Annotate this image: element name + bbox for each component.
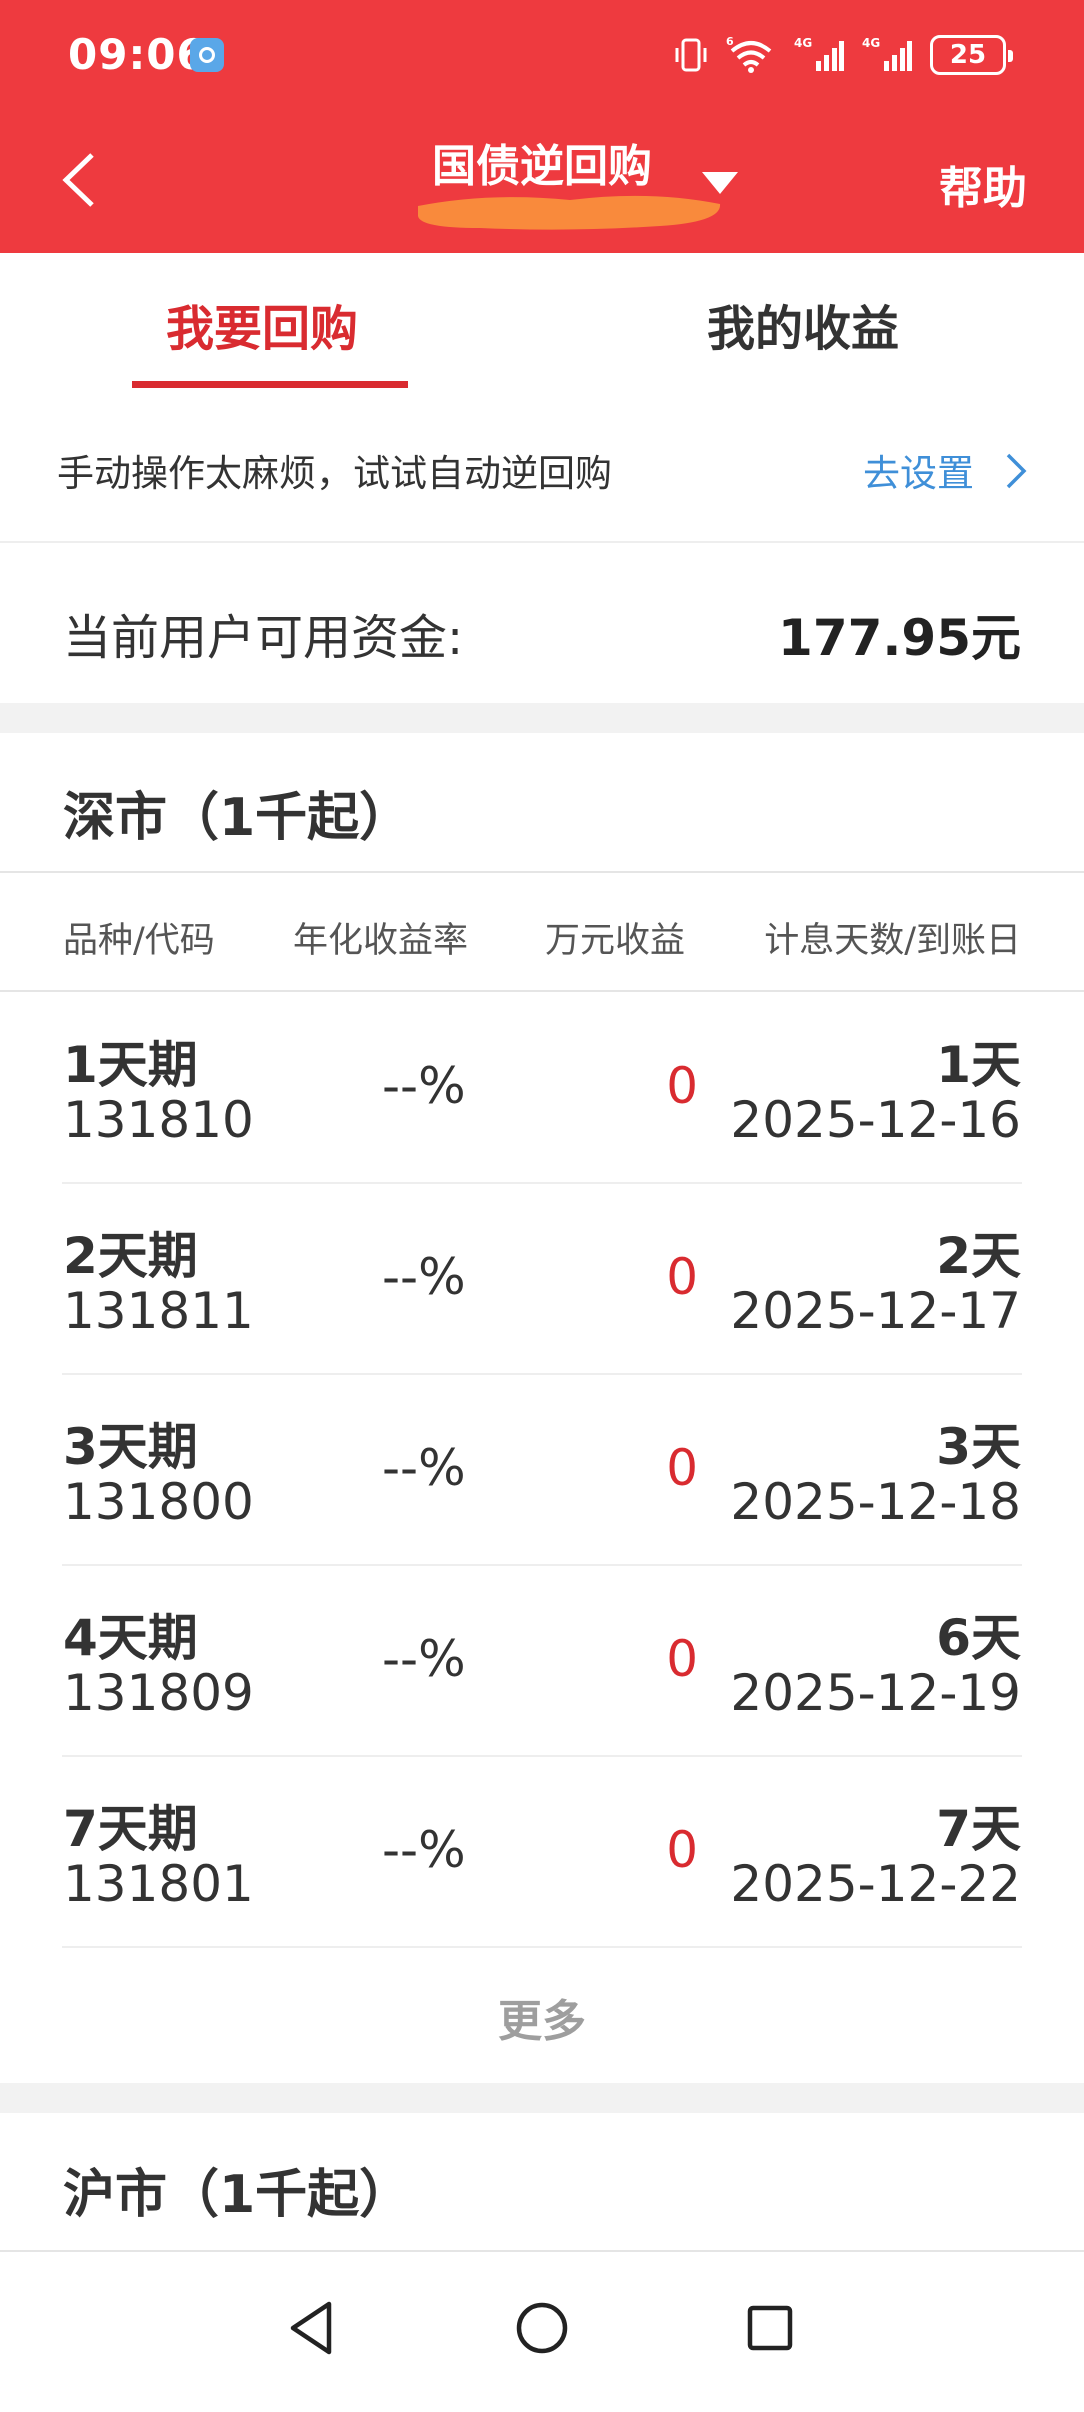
account-redaction: [418, 195, 721, 230]
table-row[interactable]: 7天期 131801 --% 0 7天 2025-12-22: [0, 1757, 1084, 1948]
go-settings-link[interactable]: 去设置: [863, 443, 974, 497]
shenzhen-market-title: 深市（1千起）: [63, 788, 412, 848]
section-divider: [0, 871, 1084, 873]
more-button[interactable]: 更多: [0, 1985, 1084, 2049]
auto-buyback-banner[interactable]: 手动操作太麻烦，试试自动逆回购 去设置: [0, 423, 1084, 543]
circle-home-icon: [516, 2302, 568, 2354]
section-gap: [0, 703, 1084, 733]
app-screen: 09:06 6 4G 4G 25 国债逆回购 帮助 我要回购 我的收益 手动操作…: [0, 0, 1084, 2412]
product-name: 4天期: [63, 1609, 198, 1667]
battery-icon: 25: [930, 35, 1013, 75]
nav-home-button[interactable]: [502, 2288, 582, 2368]
product-code: 131810: [63, 1091, 254, 1149]
income-per-10k: 0: [666, 1057, 698, 1115]
help-button[interactable]: 帮助: [939, 152, 1027, 216]
tab-active-indicator: [132, 381, 408, 388]
product-name: 2天期: [63, 1227, 198, 1285]
product-code: 131811: [63, 1282, 254, 1340]
status-time: 09:06: [68, 30, 207, 79]
funds-label: 当前用户可用资金:: [63, 610, 464, 666]
available-funds: 当前用户可用资金: 177.95元: [0, 560, 1084, 700]
signal-icon-2: 4G: [862, 36, 912, 71]
chevron-right-icon: [1006, 453, 1027, 489]
table-row[interactable]: 3天期 131800 --% 0 3天 2025-12-18: [0, 1375, 1084, 1566]
table-row[interactable]: 2天期 131811 --% 0 2天 2025-12-17: [0, 1184, 1084, 1375]
income-per-10k: 0: [666, 1439, 698, 1497]
signal-label-2: 4G: [862, 36, 880, 50]
row-divider: [62, 1946, 1022, 1948]
banner-text: 手动操作太麻烦，试试自动逆回购: [57, 452, 612, 495]
arrival-date: 2025-12-16: [730, 1091, 1021, 1149]
column-header-product: 品种/代码: [63, 921, 215, 961]
annual-rate: --%: [382, 1057, 466, 1115]
interest-days: 1天: [936, 1036, 1021, 1094]
product-code: 131809: [63, 1664, 254, 1722]
arrival-date: 2025-12-19: [730, 1664, 1021, 1722]
tab-my-earnings[interactable]: 我的收益: [707, 289, 899, 359]
status-icons: 6 4G 4G 25: [674, 30, 1013, 80]
header-bar: 09:06 6 4G 4G 25 国债逆回购 帮助: [0, 0, 1084, 253]
funds-value: 177.95元: [778, 609, 1021, 667]
interest-days: 7天: [936, 1800, 1021, 1858]
wifi-icon: 6: [726, 35, 772, 73]
product-name: 3天期: [63, 1418, 198, 1476]
notification-icon: [190, 38, 224, 72]
product-name: 1天期: [63, 1036, 198, 1094]
triangle-back-icon: [290, 2301, 332, 2355]
nav-recents-button[interactable]: [730, 2288, 810, 2368]
page-title-container[interactable]: 国债逆回购: [0, 130, 1084, 194]
annual-rate: --%: [382, 1630, 466, 1688]
tab-bar: 我要回购 我的收益: [0, 253, 1084, 393]
annual-rate: --%: [382, 1821, 466, 1879]
product-name: 7天期: [63, 1800, 198, 1858]
product-code: 131800: [63, 1473, 254, 1531]
interest-days: 2天: [936, 1227, 1021, 1285]
page-title: 国债逆回购: [432, 141, 652, 192]
header-divider: [0, 990, 1084, 992]
section-gap: [0, 2083, 1084, 2113]
table-row[interactable]: 4天期 131809 --% 0 6天 2025-12-19: [0, 1566, 1084, 1757]
arrival-date: 2025-12-22: [730, 1855, 1021, 1913]
column-header-days: 计息天数/到账日: [764, 921, 1021, 961]
arrival-date: 2025-12-17: [730, 1282, 1021, 1340]
income-per-10k: 0: [666, 1248, 698, 1306]
signal-icon-1: 4G: [794, 36, 844, 71]
arrival-date: 2025-12-18: [730, 1473, 1021, 1531]
system-nav-bar: [0, 2252, 1084, 2412]
column-header-income: 万元收益: [545, 921, 686, 961]
table-row[interactable]: 1天期 131810 --% 0 1天 2025-12-16: [0, 993, 1084, 1184]
square-recents-icon: [747, 2305, 793, 2351]
income-per-10k: 0: [666, 1630, 698, 1688]
vibrate-icon: [675, 38, 707, 72]
annual-rate: --%: [382, 1248, 466, 1306]
income-per-10k: 0: [666, 1821, 698, 1879]
shanghai-market-title: 沪市（1千起）: [63, 2165, 412, 2225]
tab-buyback[interactable]: 我要回购: [166, 289, 358, 359]
product-code: 131801: [63, 1855, 254, 1913]
signal-label-1: 4G: [794, 36, 812, 50]
annual-rate: --%: [382, 1439, 466, 1497]
column-header-annual-rate: 年化收益率: [293, 921, 469, 961]
interest-days: 6天: [936, 1609, 1021, 1667]
battery-level: 25: [949, 40, 987, 70]
interest-days: 3天: [936, 1418, 1021, 1476]
wifi-label: 6: [726, 35, 734, 48]
nav-back-button[interactable]: [271, 2288, 351, 2368]
product-list: 1天期 131810 --% 0 1天 2025-12-16 2天期 13181…: [0, 993, 1084, 1948]
